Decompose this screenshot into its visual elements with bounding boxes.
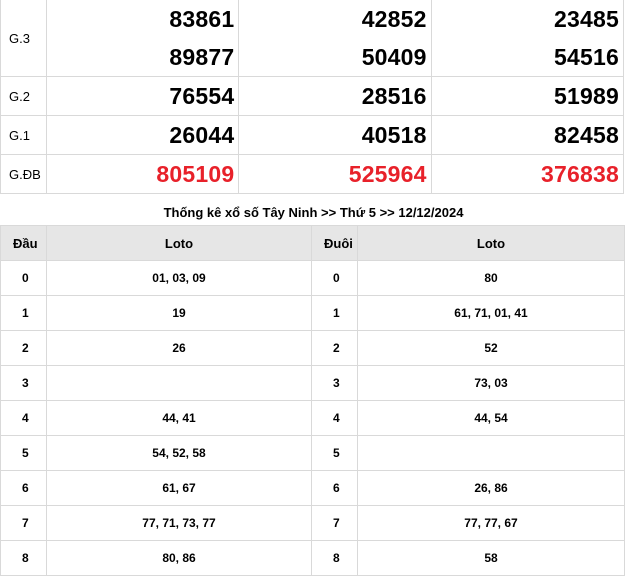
duoi-loto: 44, 54 (357, 400, 625, 436)
prize-cell: 51989 (430, 76, 625, 116)
duoi-digit: 6 (311, 470, 358, 506)
special-prize-number: 805109 (156, 161, 235, 187)
header-loto-left: Loto (46, 225, 312, 261)
prize-number: 51989 (554, 83, 619, 109)
header-dau: Đầu (0, 225, 47, 261)
prize-row: G.3 83861 89877 42852 50409 23485 54516 (0, 0, 625, 77)
prize-label: G.2 (0, 76, 48, 116)
dau-digit: 1 (0, 295, 47, 331)
dau-loto: 80, 86 (46, 540, 312, 576)
duoi-digit: 3 (311, 365, 358, 401)
duoi-digit: 0 (311, 260, 358, 296)
dau-loto: 01, 03, 09 (46, 260, 312, 296)
stats-row: 3 3 73, 03 (0, 365, 625, 401)
duoi-digit: 7 (311, 505, 358, 541)
duoi-loto: 80 (357, 260, 625, 296)
dau-digit: 0 (0, 260, 47, 296)
dau-loto: 44, 41 (46, 400, 312, 436)
header-duoi: Đuôi (311, 225, 358, 261)
dau-digit: 6 (0, 470, 47, 506)
stats-row: 8 80, 86 8 58 (0, 540, 625, 576)
prize-cell: 42852 50409 (238, 0, 432, 77)
prize-cell: 83861 89877 (46, 0, 240, 77)
prize-cell: 525964 (238, 154, 432, 194)
stats-row: 0 01, 03, 09 0 80 (0, 260, 625, 296)
duoi-loto: 58 (357, 540, 625, 576)
dau-digit: 2 (0, 330, 47, 366)
results-table: G.3 83861 89877 42852 50409 23485 54516 G.2 7655… (0, 0, 625, 194)
prize-cell: 76554 (46, 76, 240, 116)
dau-digit: 5 (0, 435, 47, 471)
dau-loto: 19 (46, 295, 312, 331)
stats-row: 2 26 2 52 (0, 330, 625, 366)
dau-digit: 8 (0, 540, 47, 576)
prize-label: G.3 (0, 0, 48, 77)
duoi-loto: 77, 77, 67 (357, 505, 625, 541)
duoi-loto: 73, 03 (357, 365, 625, 401)
dau-loto: 54, 52, 58 (46, 435, 312, 471)
prize-cell: 82458 (430, 115, 625, 155)
duoi-digit: 4 (311, 400, 358, 436)
prize-number: 50409 (361, 44, 427, 70)
stats-row: 5 54, 52, 58 5 (0, 435, 625, 471)
duoi-digit: 2 (311, 330, 358, 366)
prize-cell: 26044 (46, 115, 240, 155)
prize-row: G.1 26044 40518 82458 (0, 115, 625, 155)
prize-number: 76554 (169, 83, 235, 109)
dau-digit: 7 (0, 505, 47, 541)
stats-row: 1 19 1 61, 71, 01, 41 (0, 295, 625, 331)
prize-label: G.1 (0, 115, 48, 155)
prize-number: 26044 (169, 122, 235, 148)
stats-row: 4 44, 41 4 44, 54 (0, 400, 625, 436)
prize-number: 89877 (169, 44, 235, 70)
stats-table: Đầu Loto Đuôi Loto 0 01, 03, 09 0 80 1 19 1 61,… (0, 225, 625, 576)
stats-row: 7 77, 71, 73, 77 7 77, 77, 67 (0, 505, 625, 541)
prize-cell: 28516 (238, 76, 432, 116)
duoi-digit: 8 (311, 540, 358, 576)
dau-digit: 3 (0, 365, 47, 401)
dau-loto: 61, 67 (46, 470, 312, 506)
duoi-loto (357, 435, 625, 471)
prize-number: 40518 (361, 122, 427, 148)
prize-number: 42852 (361, 6, 427, 32)
prize-number: 23485 (554, 6, 619, 32)
prize-row: G.2 76554 28516 51989 (0, 76, 625, 116)
prize-number: 82458 (554, 122, 619, 148)
prize-number: 28516 (361, 83, 427, 109)
duoi-loto: 26, 86 (357, 470, 625, 506)
dau-loto: 26 (46, 330, 312, 366)
stats-row: 6 61, 67 6 26, 86 (0, 470, 625, 506)
dau-loto: 77, 71, 73, 77 (46, 505, 312, 541)
special-prize-number: 376838 (541, 161, 619, 187)
duoi-loto: 61, 71, 01, 41 (357, 295, 625, 331)
prize-number: 83861 (169, 6, 235, 32)
prize-number: 54516 (554, 44, 619, 70)
dau-digit: 4 (0, 400, 47, 436)
prize-label: G.ĐB (0, 154, 48, 194)
prize-cell: 805109 (46, 154, 240, 194)
prize-cell: 376838 (430, 154, 625, 194)
stats-header-row: Đầu Loto Đuôi Loto (0, 225, 625, 261)
duoi-loto: 52 (357, 330, 625, 366)
stats-title: Thống kê xổ số Tây Ninh >> Thứ 5 >> 12/1… (163, 205, 464, 220)
duoi-digit: 5 (311, 435, 358, 471)
prize-row: G.ĐB 805109 525964 376838 (0, 154, 625, 194)
duoi-digit: 1 (311, 295, 358, 331)
header-loto-right: Loto (357, 225, 625, 261)
prize-cell: 40518 (238, 115, 432, 155)
dau-loto (46, 365, 312, 401)
special-prize-number: 525964 (348, 161, 427, 187)
prize-cell: 23485 54516 (430, 0, 625, 77)
